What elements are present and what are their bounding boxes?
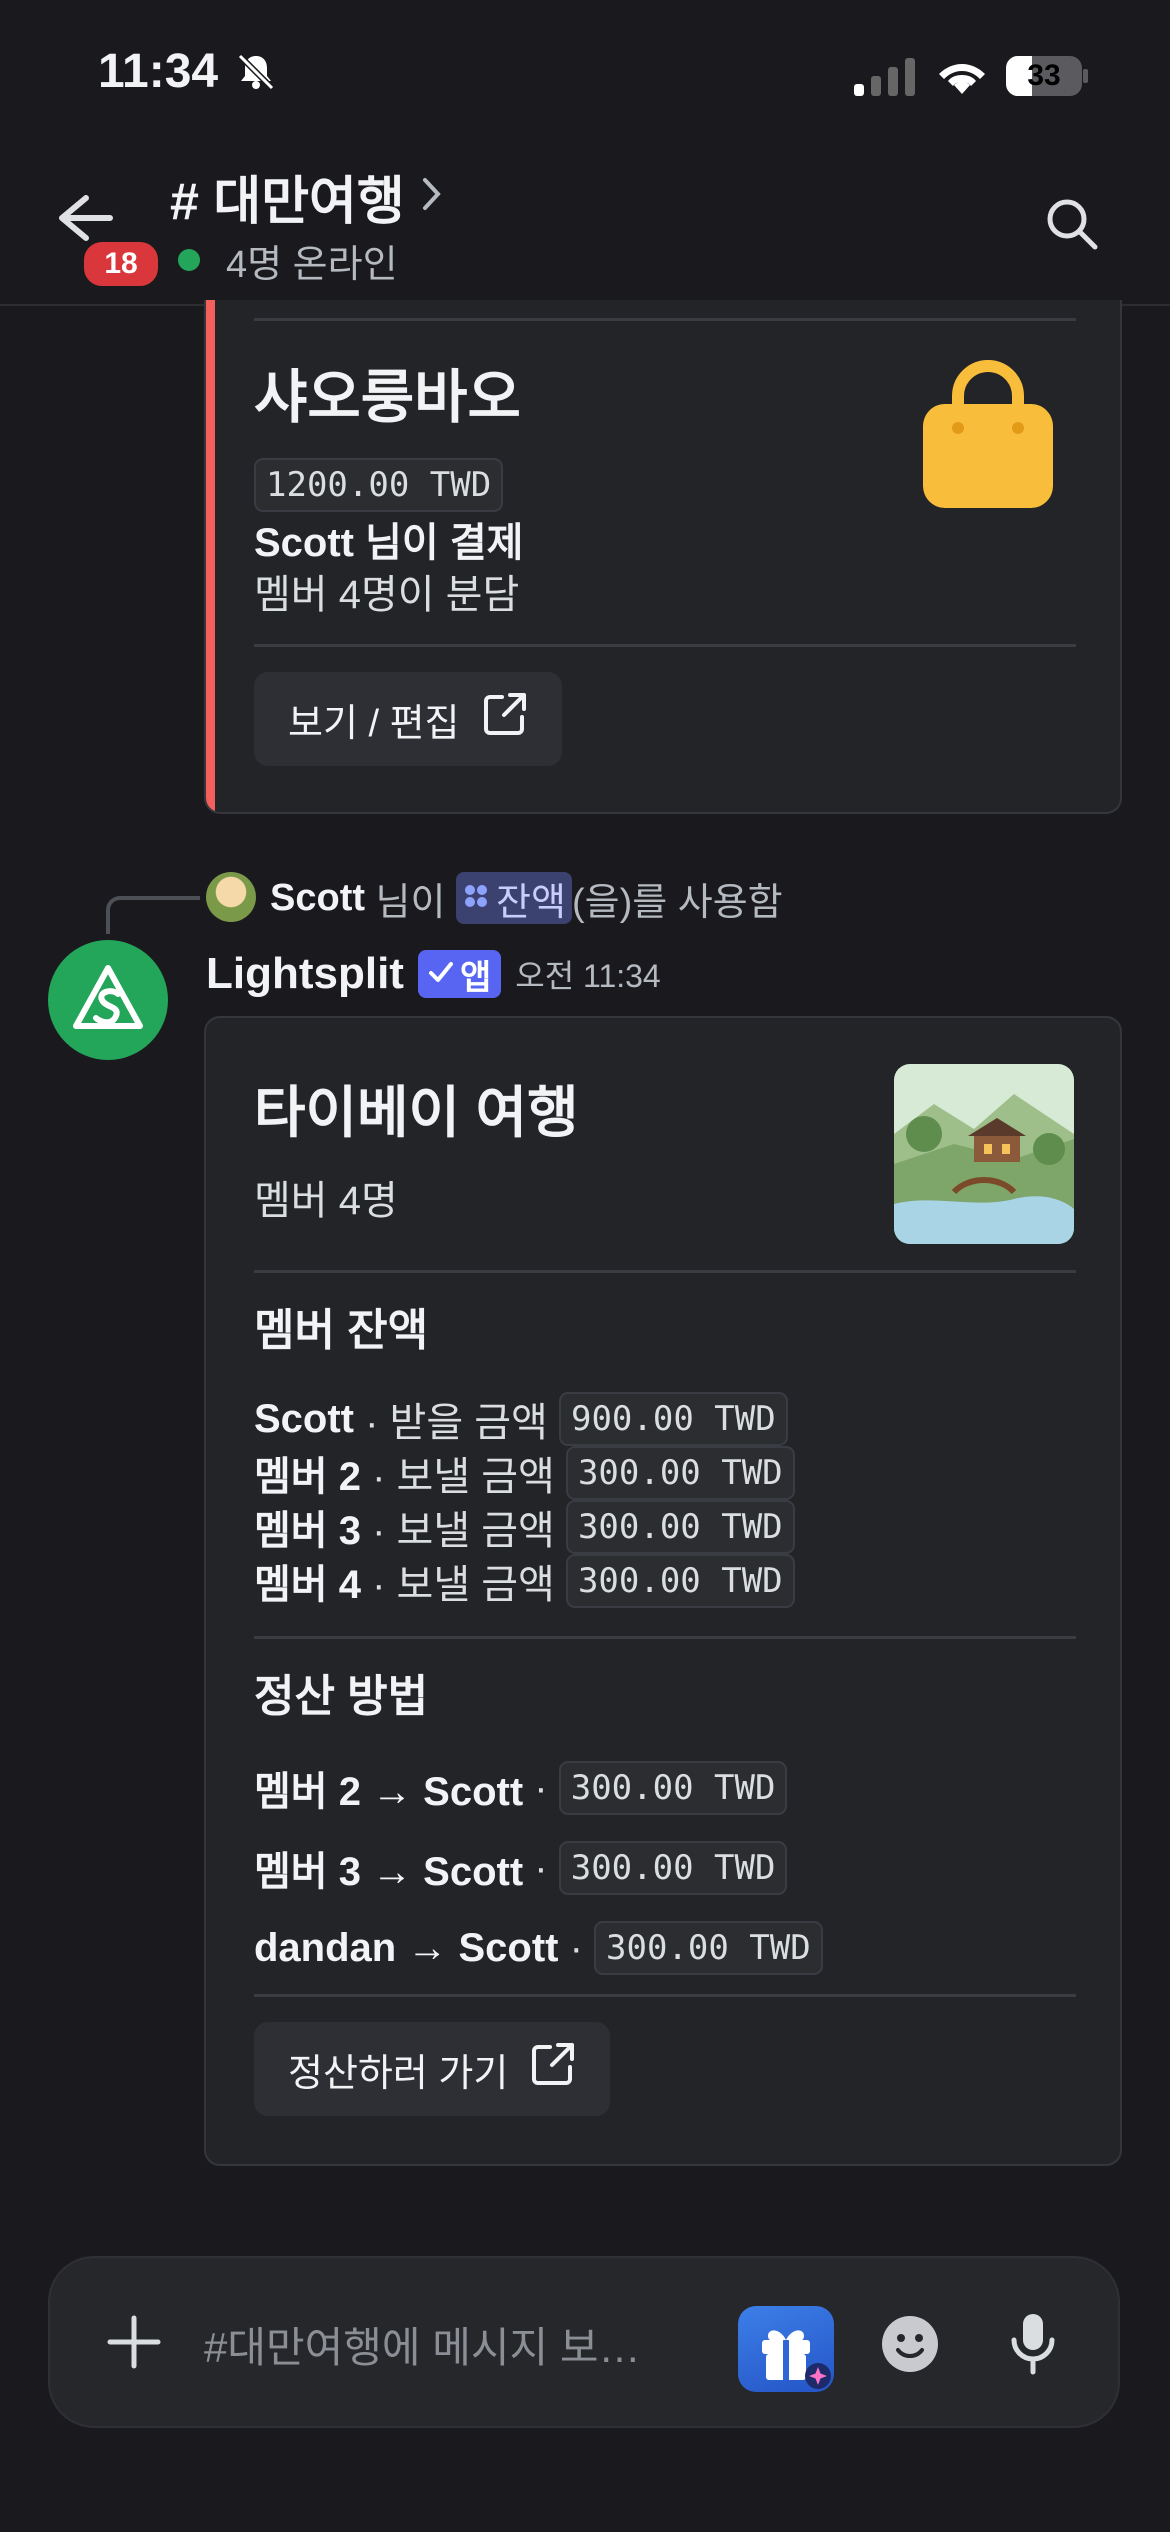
balance-row: Scott · 받을 금액 900.00 TWD <box>254 1392 795 1446</box>
balance-row: 멤버 2 · 보낼 금액 300.00 TWD <box>254 1446 795 1500</box>
add-attachment-button[interactable] <box>106 2314 162 2375</box>
reply-connector <box>106 896 200 934</box>
search-icon[interactable] <box>1044 196 1100 257</box>
view-edit-label: 보기 / 편집 <box>288 702 460 745</box>
balances-list: Scott · 받을 금액 900.00 TWD 멤버 2 · 보낼 금액 30… <box>254 1392 795 1608</box>
settlement-row: 멤버 3 → Scott · 300.00 TWD <box>254 1828 823 1908</box>
expense-card: 샤오룽바오 1200.00 TWD Scott 님이 결제 멤버 4명이 분담 … <box>204 300 1122 814</box>
trip-card: 타이베이 여행 멤버 4명 멤버 잔액 Scott · 받을 금액 900.00… <box>204 1016 1122 2166</box>
command-name: 잔액 <box>496 881 566 924</box>
trip-thumbnail <box>894 1064 1074 1244</box>
settlement-sep: · <box>523 1845 559 1890</box>
command-suffix: 님이 <box>365 881 457 924</box>
unread-badge: 18 <box>80 238 162 290</box>
expense-split: 멤버 4명이 분담 <box>254 573 520 617</box>
app-badge: 앱 <box>417 950 502 998</box>
settle-button-label: 정산하러 가기 <box>288 2052 509 2095</box>
signal-icon <box>854 56 916 101</box>
balance-row: 멤버 4 · 보낼 금액 300.00 TWD <box>254 1554 795 1608</box>
settlement-route: 멤버 3 → Scott <box>254 1850 524 1894</box>
gift-button[interactable] <box>738 2306 834 2392</box>
external-link-icon <box>482 691 528 747</box>
bag-icon <box>918 354 1058 517</box>
bell-muted-icon <box>236 52 276 97</box>
balance-row: 멤버 3 · 보낼 금액 300.00 TWD <box>254 1500 795 1554</box>
settlement-row: 멤버 2 → Scott · 300.00 TWD <box>254 1748 823 1828</box>
settlement-sep: · <box>523 1765 559 1810</box>
balance-name: 멤버 2 <box>254 1455 361 1499</box>
command-usage-line: Scott 님이 잔액 (을)를 사용함 <box>270 870 783 926</box>
balances-heading: 멤버 잔액 <box>254 1306 429 1355</box>
settle-button[interactable]: 정산하러 가기 <box>254 2022 611 2116</box>
settlement-amount: 300.00 TWD <box>558 1841 788 1895</box>
balance-label: · 보낼 금액 <box>360 1455 566 1499</box>
expense-payer: Scott 님이 결제 <box>254 521 524 565</box>
expense-accent-bar <box>206 300 215 812</box>
settlement-sep: · <box>558 1925 594 1970</box>
online-dot-icon <box>178 249 200 271</box>
settlement-row: dandan → Scott · 300.00 TWD <box>254 1908 823 1988</box>
balance-amount: 300.00 TWD <box>565 1446 795 1500</box>
scott-avatar[interactable] <box>206 872 256 922</box>
command-after: (을)를 사용함 <box>571 881 783 924</box>
balance-amount: 900.00 TWD <box>558 1392 788 1446</box>
message-input[interactable]: #대만여행에 메시지 보… <box>204 2314 704 2375</box>
trip-members: 멤버 4명 <box>254 1179 398 1223</box>
battery-level: 33 <box>1027 59 1061 92</box>
channel-name: # 대만여행 <box>170 172 405 231</box>
view-edit-button[interactable]: 보기 / 편집 <box>254 672 562 766</box>
wifi-icon <box>934 54 990 101</box>
balance-amount: 300.00 TWD <box>565 1500 795 1554</box>
expense-title: 샤오룽바오 <box>254 365 521 430</box>
emoji-button[interactable] <box>880 2314 940 2379</box>
settle-heading: 정산 방법 <box>254 1672 429 1721</box>
settlement-amount: 300.00 TWD <box>594 1921 823 1975</box>
settlement-route: 멤버 2 → Scott <box>254 1770 524 1814</box>
message-header: Lightsplit 앱 오전 11:34 <box>206 944 661 1004</box>
checkmark-icon <box>428 955 454 994</box>
balance-amount: 300.00 TWD <box>565 1554 795 1608</box>
settlement-route: dandan → Scott <box>254 1925 559 1970</box>
balance-name: 멤버 3 <box>254 1509 361 1553</box>
settlement-amount: 300.00 TWD <box>558 1761 788 1815</box>
balance-label: · 받을 금액 <box>354 1401 559 1445</box>
command-app-icon <box>462 877 490 920</box>
command-user[interactable]: Scott <box>270 877 365 920</box>
channel-title[interactable]: # 대만여행 <box>170 164 443 231</box>
online-status: 4명 온라인 <box>178 236 398 286</box>
lightsplit-avatar[interactable] <box>48 940 168 1060</box>
app-badge-label: 앱 <box>459 958 492 997</box>
trip-title: 타이베이 여행 <box>254 1081 579 1144</box>
message-author[interactable]: Lightsplit <box>206 949 404 999</box>
message-timestamp: 오전 11:34 <box>515 958 661 994</box>
status-time: 11:34 <box>98 45 219 98</box>
external-link-icon <box>530 2041 576 2097</box>
settlements-list: 멤버 2 → Scott · 300.00 TWD 멤버 3 → Scott ·… <box>254 1748 823 1988</box>
expense-amount: 1200.00 TWD <box>254 458 504 512</box>
command-chip[interactable]: 잔액 <box>456 872 572 924</box>
balance-name: Scott <box>254 1396 354 1441</box>
balance-label: · 보낼 금액 <box>360 1563 566 1607</box>
online-count: 4명 온라인 <box>226 243 398 286</box>
chevron-right-icon <box>421 176 443 217</box>
balance-name: 멤버 4 <box>254 1563 361 1607</box>
microphone-button[interactable] <box>1008 2312 1058 2381</box>
balance-label: · 보낼 금액 <box>360 1509 566 1553</box>
battery-icon: 33 <box>1006 56 1088 96</box>
message-composer: #대만여행에 메시지 보… <box>48 2256 1120 2428</box>
